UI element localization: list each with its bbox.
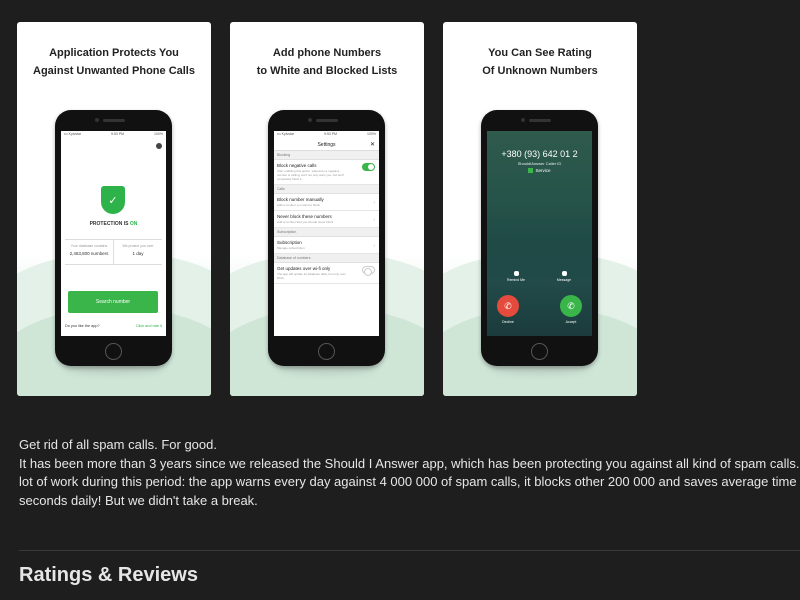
decline-label: Decline xyxy=(502,320,514,324)
chevron-right-icon: › xyxy=(373,217,375,223)
remind-me-label: Remind Me xyxy=(507,278,525,282)
section-divider xyxy=(19,550,800,551)
phone-mockup: ••• Kyivstar 9:53 PM 100% Settings ✕ Blo… xyxy=(268,110,385,366)
battery-label: 100% xyxy=(367,132,376,136)
screenshot-caption: Add phone Numbers to White and Blocked L… xyxy=(230,44,424,80)
search-number-button: Search number xyxy=(68,291,158,313)
stat-label: We protect you over xyxy=(122,244,154,248)
setting-row: Block negative calls After enabling this… xyxy=(274,160,379,185)
description-line: It has been more than 3 years since we r… xyxy=(19,455,800,471)
home-button-icon xyxy=(318,343,335,360)
rate-link: Click and rate it xyxy=(135,324,162,328)
settings-title: Settings xyxy=(317,141,336,148)
setting-row: Subscription Manage subscription › xyxy=(274,237,379,254)
setting-title: Subscription xyxy=(277,240,302,245)
accept-label: Accept xyxy=(565,320,577,324)
stat-value: 1 day xyxy=(132,251,144,256)
phone-mockup: +380 (93) 642 01 2 ShouldIAnswer Caller … xyxy=(481,110,598,366)
caption-line-1: You Can See Rating xyxy=(488,47,592,59)
toggle-switch xyxy=(362,163,375,171)
setting-row: Never block these numbers Add a number t… xyxy=(274,211,379,228)
caller-id-label: ShouldIAnswer Caller ID xyxy=(517,161,562,166)
setting-title: Never block these numbers xyxy=(277,214,332,219)
screenshot-card-3[interactable]: You Can See Rating Of Unknown Numbers +3… xyxy=(443,22,637,396)
phone-mockup: ••• Kyivstar 9:53 PM 100% ✓ PROTECTION I… xyxy=(55,110,172,366)
caption-line-2: Of Unknown Numbers xyxy=(482,65,598,77)
chevron-right-icon: › xyxy=(373,200,375,206)
caption-line-1: Add phone Numbers xyxy=(272,47,382,59)
setting-description: After enabling this option, whenever a n… xyxy=(277,169,344,181)
description-line: lot of work during this period: the app … xyxy=(19,474,800,489)
phone-screen: ••• Kyivstar 9:53 PM 100% Settings ✕ Blo… xyxy=(274,131,379,336)
rating-label: Service xyxy=(535,168,551,173)
setting-description: The app will update its database daily, … xyxy=(277,272,346,280)
caption-line-2: Against Unwanted Phone Calls xyxy=(33,65,195,77)
number-rating: Service xyxy=(487,168,592,173)
shield-check-icon: ✓ xyxy=(101,186,125,214)
settings-nav-bar: Settings ✕ xyxy=(274,139,379,151)
status-bar: ••• Kyivstar 9:53 PM 100% xyxy=(61,131,166,139)
phone-screen: ••• Kyivstar 9:53 PM 100% ✓ PROTECTION I… xyxy=(61,131,166,336)
setting-description: Manage subscription xyxy=(277,246,305,250)
check-icon xyxy=(528,168,534,173)
message-label: Message xyxy=(556,278,572,282)
stat-label: Your database contains xyxy=(70,244,108,248)
remind-me-action: Remind Me xyxy=(501,271,531,282)
battery-label: 100% xyxy=(154,132,163,136)
phone-screen: +380 (93) 642 01 2 ShouldIAnswer Caller … xyxy=(487,131,592,336)
description-line: seconds daily! But we didn't take a brea… xyxy=(19,492,258,508)
carrier-label: ••• Kyivstar xyxy=(277,132,295,136)
incoming-number: +380 (93) 642 01 2 xyxy=(501,149,578,159)
like-prompt-label: Do you like the app? xyxy=(65,324,100,328)
section-header: Subscription xyxy=(274,228,379,237)
message-action: Message xyxy=(549,271,579,282)
status-bar: ••• Kyivstar 9:53 PM 100% xyxy=(274,131,379,139)
screenshot-gallery: Application Protects You Against Unwante… xyxy=(17,22,800,396)
accept-call-icon: ✆ xyxy=(560,295,582,317)
setting-title: Block number manually xyxy=(277,197,324,202)
carrier-label: ••• Kyivstar xyxy=(64,132,82,136)
time-label: 9:53 PM xyxy=(324,132,338,136)
chevron-right-icon: › xyxy=(373,243,375,249)
caption-line-1: Application Protects You xyxy=(49,47,179,59)
alarm-icon xyxy=(513,271,519,276)
message-icon xyxy=(561,271,567,276)
home-button-icon xyxy=(531,343,548,360)
decline-call-icon: ✆ xyxy=(497,295,519,317)
protection-status: PROTECTION IS ON xyxy=(61,221,166,227)
screenshot-caption: You Can See Rating Of Unknown Numbers xyxy=(443,44,637,80)
screenshot-card-2[interactable]: Add phone Numbers to White and Blocked L… xyxy=(230,22,424,396)
section-header: Calls xyxy=(274,185,379,194)
protection-state: ON xyxy=(129,221,138,227)
section-header: Database of numbers xyxy=(274,254,379,263)
gear-icon xyxy=(156,143,162,149)
screenshot-caption: Application Protects You Against Unwante… xyxy=(17,44,211,80)
protection-label: PROTECTION IS xyxy=(89,221,129,227)
setting-description: Add a number you want to block xyxy=(277,203,320,207)
time-label: 9:53 PM xyxy=(111,132,125,136)
setting-row: Get updates over wi-fi only The app will… xyxy=(274,263,379,284)
screenshot-card-1[interactable]: Application Protects You Against Unwante… xyxy=(17,22,211,396)
app-description: Get rid of all spam calls. For good. It … xyxy=(19,436,800,510)
setting-description: Add a number that you should never block xyxy=(277,220,334,224)
rate-prompt: Do you like the app? Click and rate it xyxy=(65,324,162,328)
description-line: Get rid of all spam calls. For good. xyxy=(19,437,217,452)
stats-panel: Your database contains 2,463,800 numbers… xyxy=(65,239,162,265)
close-icon: ✕ xyxy=(369,142,375,148)
home-button-icon xyxy=(105,343,122,360)
ratings-reviews-heading: Ratings & Reviews xyxy=(19,564,198,586)
toggle-switch xyxy=(362,266,375,276)
setting-row: Block number manually Add a number you w… xyxy=(274,194,379,211)
stat-value: 2,463,800 numbers xyxy=(69,251,109,256)
section-header: Blocking xyxy=(274,151,379,160)
caption-line-2: to White and Blocked Lists xyxy=(256,65,398,77)
